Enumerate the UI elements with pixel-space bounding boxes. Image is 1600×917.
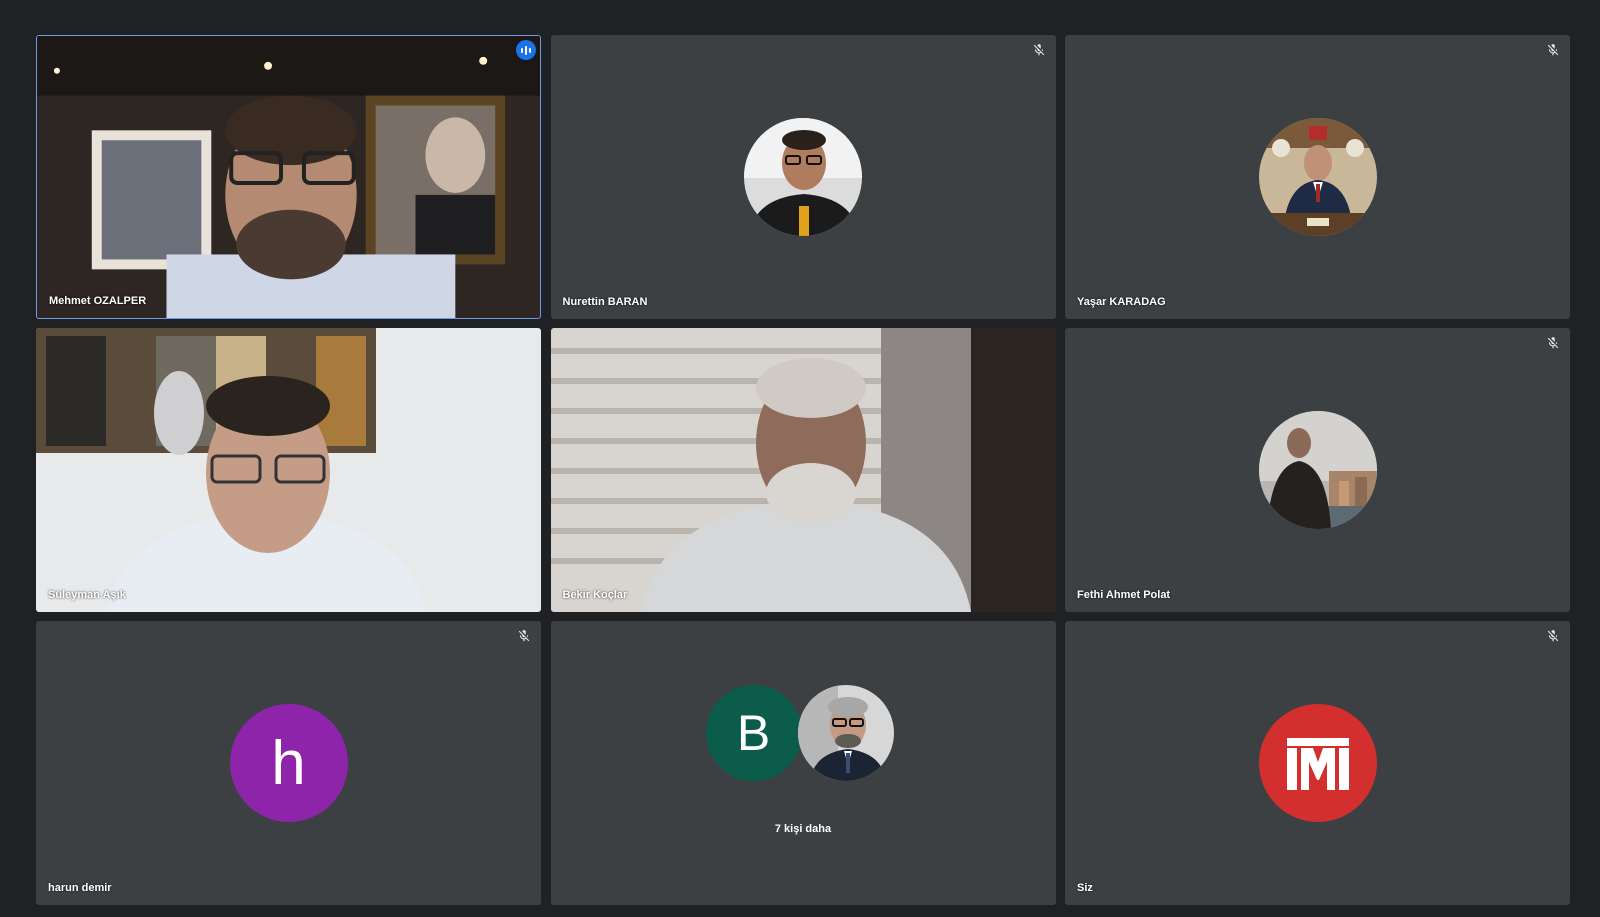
participant-name: Siz (1077, 882, 1093, 894)
participant-name: Yaşar KARADAG (1077, 296, 1166, 308)
participant-grid: Mehmet OZALPER Nurettin BARAN Yaşar KARA… (36, 35, 1570, 907)
mic-off-icon (1547, 630, 1559, 642)
avatar (1258, 411, 1377, 529)
participant-name: Mehmet OZALPER (49, 295, 147, 307)
participant-tile-self[interactable]: Siz (1065, 621, 1570, 905)
participant-tile-bekir-koclar[interactable]: Bekir Koçlar (550, 328, 1056, 612)
avatar (744, 118, 862, 236)
letter-avatar: B (705, 685, 802, 781)
participant-tile-harun-demir[interactable]: h harun demir (36, 621, 541, 905)
participant-name: Bekir Koçlar (562, 589, 628, 601)
participant-name: Fethi Ahmet Polat (1077, 589, 1171, 601)
participant-tile-nurettin-baran[interactable]: Nurettin BARAN (550, 35, 1056, 319)
participant-tile-mehmet-ozalper[interactable]: Mehmet OZALPER (36, 35, 541, 319)
avatar-letter: h (271, 728, 306, 798)
participant-name: Süleyman Aşık (48, 589, 126, 601)
more-participants-label: 7 kişi daha (774, 823, 832, 835)
participant-name: Nurettin BARAN (562, 296, 648, 308)
participant-video (36, 328, 541, 612)
participant-tile-yasar-karadag[interactable]: Yaşar KARADAG (1065, 35, 1570, 319)
letter-avatar: h (229, 704, 348, 822)
participant-video (550, 328, 1056, 612)
audio-level-icon (516, 40, 536, 60)
participant-video (37, 36, 540, 318)
participant-tile-suleyman-asik[interactable]: Süleyman Aşık (36, 328, 541, 612)
logo-avatar (1258, 704, 1377, 822)
avatar-letter: B (736, 705, 771, 761)
overflow-participants-tile[interactable]: B 7 kişi daha (550, 621, 1056, 905)
mic-off-icon (1033, 44, 1044, 56)
participant-name: harun demir (48, 882, 112, 894)
avatar (797, 685, 894, 781)
mic-off-icon (518, 630, 530, 642)
mic-off-icon (1547, 337, 1559, 349)
university-logo-icon (1286, 738, 1349, 790)
mic-off-icon (1547, 44, 1559, 56)
participant-tile-fethi-ahmet-polat[interactable]: Fethi Ahmet Polat (1065, 328, 1570, 612)
avatar (1258, 118, 1377, 236)
